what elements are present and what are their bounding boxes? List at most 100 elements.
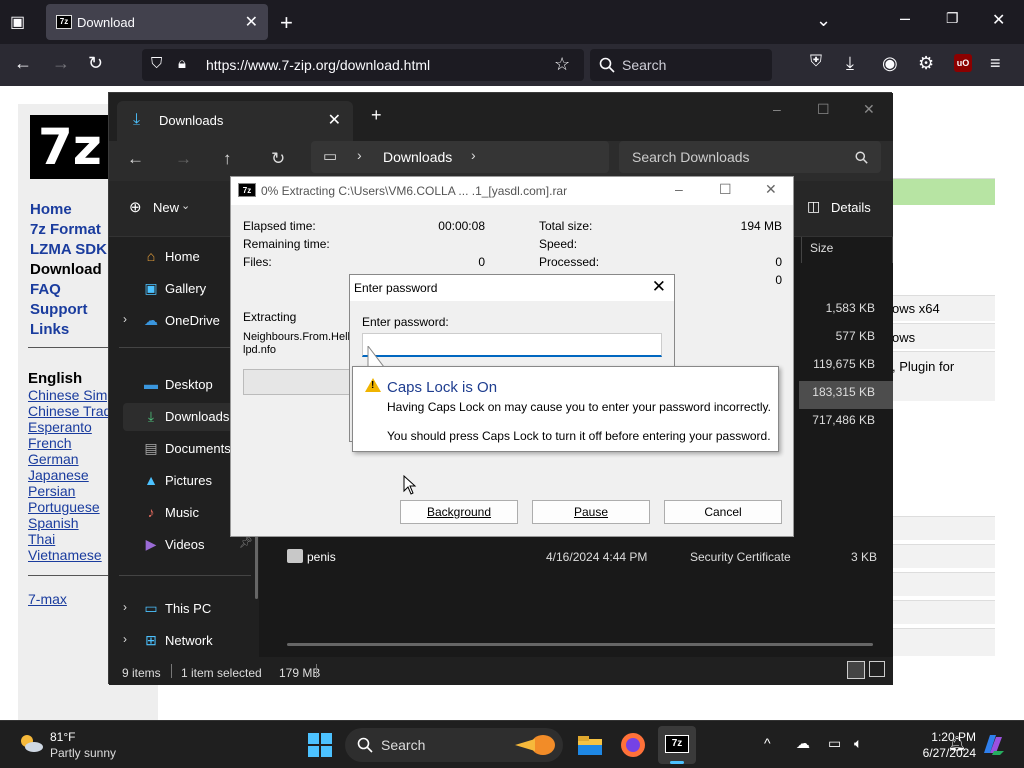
chevron-right-icon[interactable]: › (123, 632, 127, 646)
up-icon[interactable]: ↑ (223, 149, 232, 169)
chevron-down-icon[interactable]: ⌄ (181, 199, 190, 212)
close-icon[interactable]: ✕ (765, 181, 777, 198)
new-tab-icon[interactable]: + (371, 105, 382, 126)
elapsed-value: 00:00:08 (438, 219, 485, 233)
speed-label: Speed: (539, 237, 578, 251)
network-off-icon[interactable]: ☁ (796, 735, 810, 752)
nav-7z-format[interactable]: 7z Format (30, 221, 101, 238)
nav-faq[interactable]: FAQ (30, 281, 61, 298)
lang-link[interactable]: Japanese (28, 467, 89, 483)
chevron-right-icon[interactable]: › (123, 600, 127, 614)
back-icon[interactable]: ← (127, 149, 144, 169)
browser-search-box[interactable]: Search (590, 49, 772, 81)
menu-icon[interactable]: ≡ (990, 53, 1001, 74)
chevron-down-icon[interactable]: ⌄ (816, 10, 831, 31)
lang-link[interactable]: German (28, 451, 79, 467)
lang-link[interactable]: Chinese Trad (28, 403, 111, 419)
extensions-icon[interactable]: ⚙ (918, 53, 934, 74)
reload-icon[interactable]: ↻ (88, 53, 103, 74)
7zip-title: 0% Extracting C:\Users\VM6.COLLA ... .1_… (261, 184, 568, 198)
table-row[interactable]: penis 4/16/2024 4:44 PM Security Certifi… (279, 545, 889, 569)
firefox-icon[interactable] (619, 731, 647, 759)
details-button[interactable]: Details (831, 200, 871, 215)
nav-links[interactable]: Links (30, 321, 69, 338)
weather-condition[interactable]: Partly sunny (50, 746, 116, 760)
start-button[interactable] (308, 733, 332, 757)
maximize-icon[interactable]: ☐ (817, 101, 830, 118)
forward-icon[interactable]: → (52, 53, 70, 74)
details-view-icon[interactable] (847, 661, 865, 679)
file-explorer-icon[interactable] (576, 731, 604, 759)
details-pane-icon[interactable]: ◫ (807, 198, 820, 215)
list-all-tabs-icon[interactable]: ▣ (10, 12, 25, 32)
lang-link[interactable]: Chinese Simp (28, 387, 115, 403)
forward-icon[interactable]: → (175, 149, 192, 169)
minimize-icon[interactable]: – (773, 101, 781, 117)
lang-link[interactable]: Spanish (28, 515, 79, 531)
shield-icon[interactable]: ⛉ (151, 55, 162, 72)
url-bar[interactable]: ⛉ 🔒︎ https://www.7-zip.org/download.html… (142, 49, 584, 81)
chevron-right-icon[interactable]: › (123, 312, 127, 326)
taskbar-search[interactable]: Search (345, 728, 563, 762)
explorer-tab[interactable]: ⤓ Downloads ✕ (117, 101, 353, 141)
download-desc: , Plugin for (892, 359, 955, 374)
7-max-link[interactable]: 7-max (28, 591, 67, 607)
plus-circle-icon[interactable]: ⊕ (129, 198, 142, 216)
ublock-icon[interactable]: uO (954, 54, 972, 72)
lock-icon[interactable]: 🔒︎ (178, 55, 186, 72)
refresh-icon[interactable]: ↻ (271, 149, 285, 169)
close-tab-icon[interactable]: ✕ (328, 110, 341, 130)
monitor-icon: ▭ (323, 148, 338, 165)
7zip-taskbar-button[interactable]: 7z (658, 726, 696, 764)
minimize-icon[interactable]: – (900, 8, 910, 29)
sidebar-item-network[interactable]: › ⊞ Network (123, 627, 253, 655)
nav-divider (28, 347, 108, 348)
horizontal-scrollbar[interactable] (287, 643, 873, 646)
bookmark-star-icon[interactable]: ☆ (554, 54, 570, 75)
new-tab-icon[interactable]: + (280, 10, 293, 36)
taskbar-search-label: Search (381, 737, 426, 753)
size-column-header[interactable]: Size (801, 237, 893, 263)
close-tab-icon[interactable]: ✕ (245, 12, 258, 32)
lang-link[interactable]: French (28, 435, 72, 451)
address-bar[interactable]: ▭ › Downloads › (311, 141, 609, 173)
partly-sunny-icon[interactable] (18, 733, 44, 753)
volume-icon[interactable]: 🔈︎ (854, 735, 862, 752)
nav-lzma-sdk[interactable]: LZMA SDK (30, 241, 107, 258)
nav-home[interactable]: Home (30, 201, 72, 218)
restore-icon[interactable]: ❐ (946, 10, 959, 27)
tiles-view-icon[interactable] (869, 661, 885, 677)
lang-link[interactable]: Portuguese (28, 499, 100, 515)
pause-button[interactable]: Pause (532, 500, 650, 524)
chevron-up-icon[interactable]: ^ (764, 735, 771, 751)
back-icon[interactable]: ← (14, 53, 32, 74)
account-icon[interactable]: ◉ (882, 53, 898, 74)
sidebar-item-this-pc[interactable]: › ▭ This PC (123, 595, 253, 623)
display-icon[interactable]: ▭ (828, 735, 841, 752)
nav-support[interactable]: Support (30, 301, 88, 318)
maximize-icon[interactable]: ☐ (719, 181, 732, 198)
explorer-search-box[interactable]: Search Downloads (619, 141, 881, 173)
taskbar: 81°F Partly sunny Search 7z ^ ☁ ▭ 🔈︎ 1:2… (0, 720, 1024, 768)
close-window-icon[interactable]: ✕ (863, 101, 875, 118)
lang-link[interactable]: Esperanto (28, 419, 92, 435)
browser-tab[interactable]: 7z Download ✕ (46, 4, 268, 40)
notification-bell-icon[interactable]: 🔔︎ (948, 735, 966, 752)
copilot-icon[interactable] (980, 733, 1006, 757)
close-window-icon[interactable]: ✕ (992, 10, 1005, 30)
lang-link[interactable]: Vietnamese (28, 547, 102, 563)
lang-link[interactable]: Persian (28, 483, 75, 499)
sidebar-item-label: Downloads (165, 409, 230, 424)
new-button[interactable]: New (153, 200, 179, 215)
minimize-icon[interactable]: – (675, 181, 683, 197)
lang-link[interactable]: Thai (28, 531, 55, 547)
downloads-icon[interactable]: ⤓ (846, 53, 854, 74)
close-icon[interactable]: ✕ (652, 277, 666, 297)
sidebar-item-label: Videos (165, 537, 205, 552)
pocket-icon[interactable]: ⛨ (810, 53, 822, 71)
password-input[interactable] (362, 333, 662, 357)
cancel-button[interactable]: Cancel (664, 500, 782, 524)
weather-temperature[interactable]: 81°F (50, 730, 75, 744)
background-button[interactable]: Background (400, 500, 518, 524)
pin-icon[interactable]: 📌︎ (239, 536, 253, 549)
